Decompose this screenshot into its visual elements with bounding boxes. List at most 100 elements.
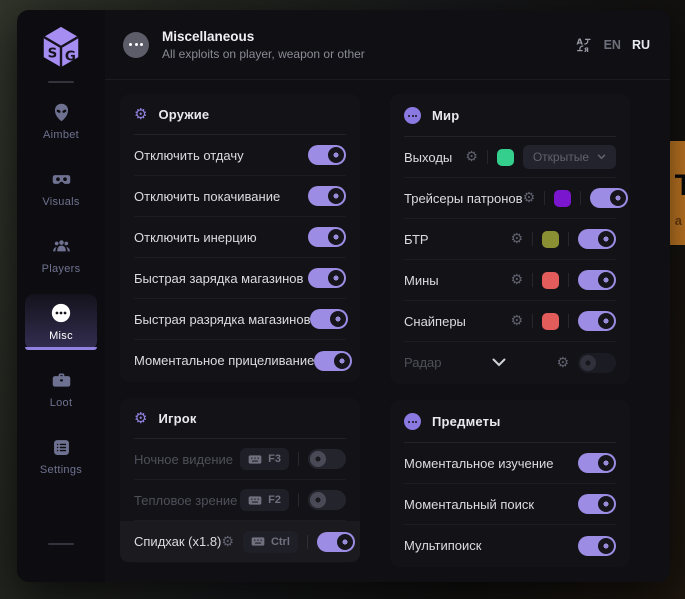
section-items: Предметы Моментальное изучение Моменталь… (390, 400, 630, 567)
setting-row: Выходы ⚙ Открытые (404, 137, 616, 178)
separator (298, 452, 299, 466)
hotkey-badge[interactable]: F2 (240, 489, 289, 511)
separator (307, 535, 308, 549)
sg-cube-logo-icon: S G (38, 24, 84, 70)
color-swatch[interactable] (542, 231, 559, 248)
section-world: Мир Выходы ⚙ Открытые (390, 94, 630, 384)
separator (568, 314, 569, 328)
toggle-multiloot[interactable] (578, 536, 616, 556)
dropdown-exits[interactable]: Открытые (523, 145, 616, 169)
sidebar-item-loot[interactable]: Loot (25, 361, 97, 417)
toggle-fast-reload[interactable] (308, 268, 346, 288)
section-title: Мир (432, 108, 459, 123)
toggle-radar[interactable] (578, 353, 616, 373)
gear-icon[interactable]: ⚙ (510, 314, 523, 328)
toggle-no-inertia[interactable] (308, 227, 346, 247)
page-title: Miscellaneous (162, 29, 365, 44)
gear-icon: ⚙ (134, 107, 147, 122)
content-area: ⚙ Оружие Отключить отдачу Отключить пока… (105, 80, 670, 582)
separator (544, 191, 545, 205)
toggle-night-vision[interactable] (308, 449, 346, 469)
sidebar-item-aimbet[interactable]: Aimbet (25, 93, 97, 149)
lang-option-en[interactable]: EN (604, 38, 621, 52)
sidebar-item-players[interactable]: Players (25, 227, 97, 283)
keyboard-icon (248, 495, 262, 506)
ellipsis-circle-icon (123, 32, 149, 58)
setting-row: Мины ⚙ (404, 260, 616, 301)
alien-icon (51, 102, 72, 123)
background-game-fragment: Т а (669, 141, 685, 245)
keyboard-icon (251, 536, 265, 547)
lang-option-ru[interactable]: RU (632, 38, 650, 52)
toggle-instant-loot[interactable] (578, 494, 616, 514)
briefcase-icon (51, 370, 72, 391)
setting-row: Мультипоиск (404, 525, 616, 566)
setting-label: Быстрая разрядка магазинов (134, 312, 310, 327)
separator (580, 191, 581, 205)
sidebar-item-label: Settings (40, 464, 82, 476)
toggle-snipers[interactable] (578, 311, 616, 331)
gear-icon[interactable]: ⚙ (510, 273, 523, 287)
setting-row: Моментальный поиск (404, 484, 616, 525)
section-header: ⚙ Игрок (134, 398, 346, 426)
sidebar-item-visuals[interactable]: Visuals (25, 160, 97, 216)
setting-label: Отключить отдачу (134, 148, 244, 163)
color-swatch[interactable] (497, 149, 514, 166)
toggle-instant-research[interactable] (578, 453, 616, 473)
toggle-no-sway[interactable] (308, 186, 346, 206)
sidebar: S G Aimbet Visuals (17, 10, 105, 582)
translate-icon: A я (575, 36, 593, 54)
gear-icon[interactable]: ⚙ (221, 535, 234, 549)
sidebar-item-settings[interactable]: Settings (25, 428, 97, 484)
toggle-speedhack[interactable] (317, 532, 355, 552)
color-swatch[interactable] (542, 272, 559, 289)
toggle-mines[interactable] (578, 270, 616, 290)
section-header: Предметы (404, 400, 616, 430)
sidebar-item-misc[interactable]: Misc (25, 294, 97, 350)
list-icon (51, 437, 72, 458)
toggle-instant-ads[interactable] (314, 351, 352, 371)
toggle-fast-unload[interactable] (310, 309, 348, 329)
setting-row: Тепловое зрение F2 (134, 480, 346, 521)
separator (568, 232, 569, 246)
setting-row: Отключить отдачу (134, 135, 346, 176)
dots-circle-icon (404, 107, 421, 124)
section-title: Предметы (432, 414, 501, 429)
language-switcher: A я EN RU (575, 36, 650, 54)
setting-row: Радар ⚙ (404, 342, 616, 383)
setting-label: Тепловое зрение (134, 493, 237, 508)
gear-icon[interactable]: ⚙ (510, 232, 523, 246)
svg-text:G: G (65, 49, 76, 64)
setting-label: Спидхак (x1.8) (134, 534, 221, 549)
setting-row: БТР ⚙ (404, 219, 616, 260)
gear-icon[interactable]: ⚙ (465, 150, 478, 164)
section-player: ⚙ Игрок Ночное видение F3 (120, 398, 360, 563)
separator (532, 314, 533, 328)
setting-label: Снайперы (404, 314, 466, 329)
hotkey-badge[interactable]: F3 (240, 448, 289, 470)
setting-label: Мультипоиск (404, 538, 481, 553)
sidebar-item-label: Aimbet (43, 129, 79, 141)
toggle-bullet-tracers[interactable] (590, 188, 628, 208)
setting-row: Быстрая разрядка магазинов (134, 299, 346, 340)
expand-radar[interactable] (442, 358, 557, 367)
gear-icon[interactable]: ⚙ (556, 356, 569, 370)
setting-label: Выходы (404, 150, 452, 165)
svg-text:S: S (48, 47, 58, 62)
right-column: Мир Выходы ⚙ Открытые (390, 94, 630, 582)
separator (532, 273, 533, 287)
setting-label: БТР (404, 232, 429, 247)
toggle-no-recoil[interactable] (308, 145, 346, 165)
header: Miscellaneous All exploits on player, we… (105, 10, 670, 80)
players-icon (51, 236, 72, 257)
gear-icon[interactable]: ⚙ (523, 191, 536, 205)
toggle-btr[interactable] (578, 229, 616, 249)
sidebar-divider (48, 543, 74, 545)
vr-goggles-icon (51, 169, 72, 190)
setting-row: Трейсеры патронов ⚙ (404, 178, 616, 219)
toggle-thermal-vision[interactable] (308, 490, 346, 510)
hotkey-badge[interactable]: Ctrl (243, 531, 298, 553)
setting-row: Отключить покачивание (134, 176, 346, 217)
color-swatch[interactable] (542, 313, 559, 330)
color-swatch[interactable] (554, 190, 571, 207)
